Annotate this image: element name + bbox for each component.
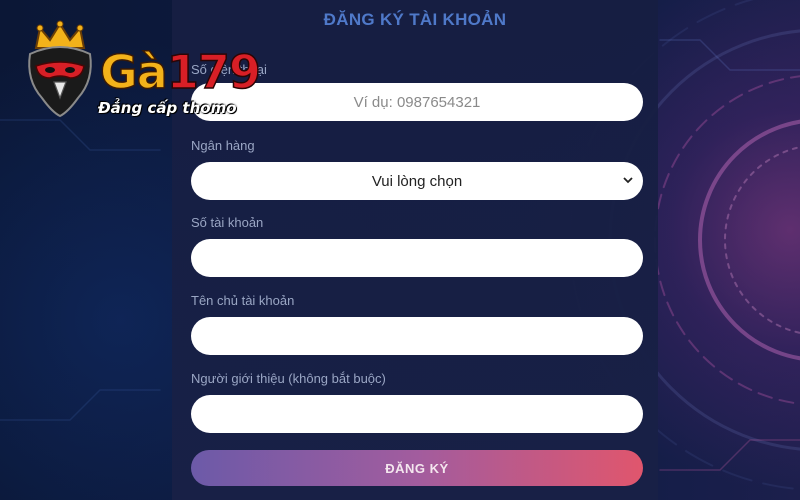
- chevron-down-icon: [623, 177, 633, 184]
- referrer-input[interactable]: [191, 395, 643, 433]
- account-number-label: Số tài khoản: [191, 215, 264, 230]
- account-holder-label: Tên chủ tài khoản: [191, 293, 295, 308]
- brand-name: Gà179: [99, 45, 262, 99]
- account-number-input[interactable]: [191, 239, 643, 277]
- brand-name-number: 179: [166, 45, 262, 99]
- register-button[interactable]: ĐĂNG KÝ: [191, 450, 643, 486]
- brand-name-text: Gà: [99, 45, 168, 99]
- rooster-crown-icon: [28, 20, 92, 118]
- brand-logo: Gà179 Đẳng cấp thomo: [22, 20, 272, 125]
- bank-select[interactable]: Vui lòng chọn: [191, 162, 643, 200]
- bank-select-value: Vui lòng chọn: [371, 172, 463, 190]
- bank-label: Ngân hàng: [191, 138, 255, 153]
- account-holder-input[interactable]: [191, 317, 643, 355]
- referrer-label: Người giới thiệu (không bắt buộc): [191, 371, 386, 386]
- brand-tagline: Đẳng cấp thomo: [98, 99, 237, 117]
